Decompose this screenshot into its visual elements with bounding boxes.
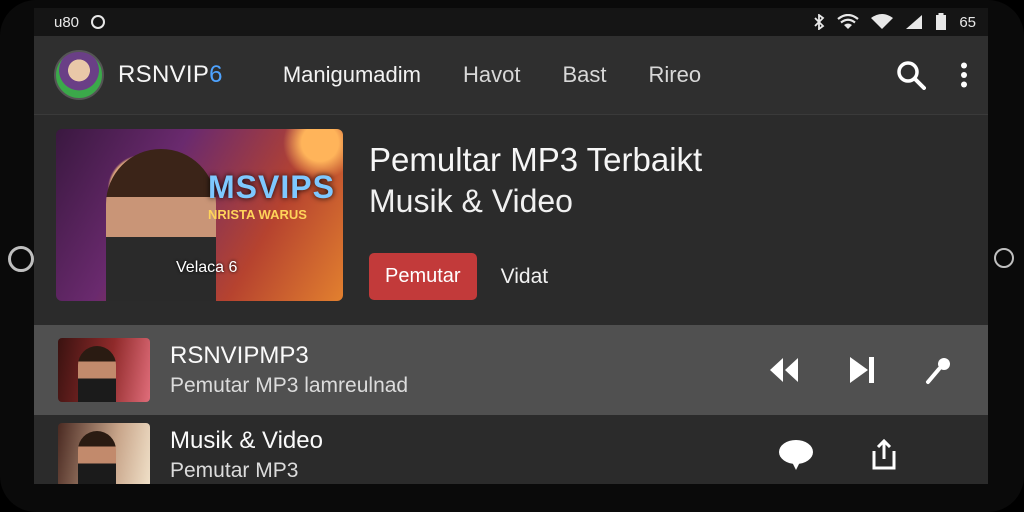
status-bar: u80 65 <box>34 8 988 36</box>
bluetooth-icon <box>814 14 825 30</box>
nav-tab-0[interactable]: Manigumadim <box>283 62 421 88</box>
list-item[interactable]: RSNVIPMP3 Pemutar MP3 lamreulnad <box>34 325 988 415</box>
track-subtitle: Pemutar MP3 lamreulnad <box>170 374 409 397</box>
nav-tab-2[interactable]: Bast <box>562 62 606 88</box>
featured-logo-sub: NRISTA WARUS <box>208 207 307 222</box>
signal-icon <box>906 15 923 29</box>
search-icon[interactable] <box>896 60 926 90</box>
track-thumbnail <box>58 338 150 402</box>
featured-info: Pemultar MP3 Terbaikt Musik & Video Pemu… <box>369 129 702 325</box>
featured-subtitle: Musik & Video <box>369 183 573 219</box>
avatar[interactable] <box>54 50 104 100</box>
app-title-main: RSNVIP <box>118 61 210 88</box>
battery-level: 65 <box>959 13 976 31</box>
battery-icon <box>936 13 947 30</box>
nav-tab-3[interactable]: Rireo <box>649 62 702 88</box>
track-subtitle: Pemutar MP3 <box>170 459 299 482</box>
track-title: RSNVIPMP3 <box>170 342 309 369</box>
track-title: Musik & Video <box>170 427 323 454</box>
share-icon[interactable] <box>870 439 898 471</box>
featured-image[interactable]: MSVIPS NRISTA WARUS Velaca 6 <box>56 129 343 301</box>
screen: u80 65 RSNVIP6 Manigumadim Havot Bast Ri… <box>34 8 988 484</box>
nav-tabs: Manigumadim Havot Bast Rireo <box>283 62 701 88</box>
featured-logo: MSVIPS <box>208 169 335 205</box>
play-button[interactable]: Pemutar <box>369 253 477 300</box>
device-frame: u80 65 RSNVIP6 Manigumadim Havot Bast Ri… <box>0 0 1024 512</box>
notification-icon <box>91 15 106 29</box>
app-title: RSNVIP6 <box>118 61 223 89</box>
featured-person <box>106 149 216 301</box>
featured-section: MSVIPS NRISTA WARUS Velaca 6 Pemultar MP… <box>34 115 988 325</box>
rewind-icon[interactable] <box>768 356 800 384</box>
status-time: u80 <box>54 13 80 31</box>
featured-caption: Velaca 6 <box>176 259 238 276</box>
featured-title: Pemultar MP3 Terbaikt <box>369 141 703 178</box>
side-button-right <box>994 248 1014 268</box>
track-thumbnail <box>58 423 150 484</box>
app-bar: RSNVIP6 Manigumadim Havot Bast Rireo <box>34 36 988 115</box>
side-button-left <box>8 246 34 272</box>
nav-tab-1[interactable]: Havot <box>463 62 520 88</box>
app-title-suffix: 6 <box>209 61 223 88</box>
more-vert-icon[interactable] <box>960 62 968 88</box>
video-button[interactable]: Vidat <box>501 265 549 289</box>
skip-next-icon[interactable] <box>848 355 876 385</box>
wifi-strong-icon <box>871 14 894 29</box>
wifi-icon <box>837 14 859 29</box>
chat-bubble-icon[interactable] <box>778 439 814 471</box>
microphone-icon[interactable] <box>924 355 954 385</box>
list-item[interactable]: Musik & Video Pemutar MP3 <box>34 415 988 484</box>
